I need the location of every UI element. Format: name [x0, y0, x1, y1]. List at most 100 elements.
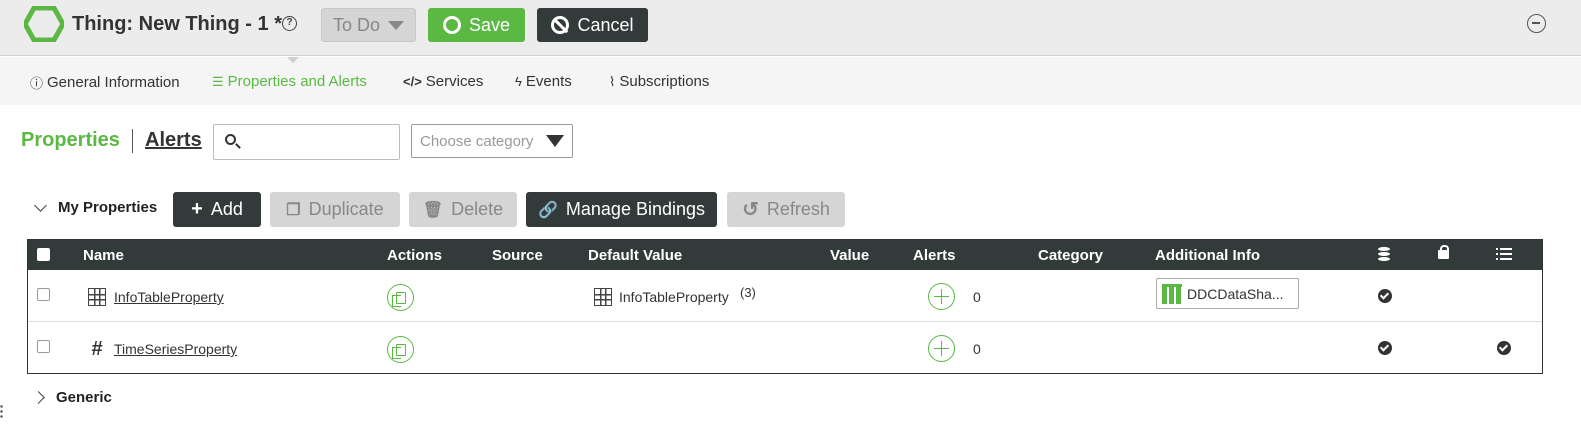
tab-general-information[interactable]: ⓘ General Information	[30, 73, 180, 92]
column-header-alerts[interactable]: Alerts	[913, 247, 956, 264]
table-row[interactable]: InfoTableProperty InfoTableProperty (3) …	[28, 270, 1542, 322]
caret-down-icon	[388, 20, 405, 30]
tab-label: Properties and Alerts	[227, 73, 367, 90]
group-toggle-my-properties[interactable]: My Properties	[34, 198, 158, 216]
thing-hexagon-logo-icon	[24, 6, 64, 42]
manage-bindings-button[interactable]: 🔗 Manage Bindings	[526, 192, 717, 227]
column-header-default-value[interactable]: Default Value	[588, 247, 682, 264]
search-input[interactable]	[246, 131, 394, 153]
property-name-link[interactable]: TimeSeriesProperty	[114, 341, 237, 357]
subtab-properties[interactable]: Properties	[21, 129, 120, 152]
copy-action-button[interactable]	[387, 336, 414, 363]
chevron-right-icon	[32, 391, 45, 404]
select-all-checkbox[interactable]	[37, 248, 50, 261]
tab-label: Services	[425, 73, 484, 90]
tab-label: Events	[525, 73, 572, 90]
tab-label: General Information	[47, 74, 180, 91]
column-header-value[interactable]: Value	[830, 247, 869, 264]
additional-info-text: DDCDataSha...	[1187, 285, 1284, 302]
entity-tabs: ⓘ General Information ☰ Properties and A…	[0, 57, 1581, 105]
duplicate-button[interactable]: ❐ Duplicate	[270, 192, 400, 227]
copy-icon	[391, 291, 406, 307]
list-icon: ☰	[212, 73, 224, 89]
manage-bindings-label: Manage Bindings	[565, 199, 706, 219]
additional-info-chip[interactable]: DDCDataSha...	[1156, 278, 1299, 309]
datashape-icon	[1162, 283, 1182, 304]
circle-icon	[442, 16, 461, 34]
hash-icon: #	[91, 338, 103, 360]
database-icon	[1378, 247, 1390, 261]
trash-icon: 🗑	[422, 201, 444, 219]
add-button-label: Add	[210, 199, 243, 219]
cancel-button-label: Cancel	[577, 14, 634, 35]
property-name-link[interactable]: InfoTableProperty	[114, 289, 224, 305]
add-alert-button[interactable]	[928, 283, 955, 310]
properties-table: Name Actions Source Default Value Value …	[27, 239, 1543, 374]
table-row[interactable]: # TimeSeriesProperty 0	[28, 322, 1542, 374]
code-icon: </>	[403, 74, 422, 89]
duplicate-button-label: Duplicate	[308, 199, 384, 219]
add-alert-button[interactable]	[928, 335, 955, 362]
plus-icon: +	[191, 198, 203, 220]
tab-properties-and-alerts[interactable]: ☰ Properties and Alerts	[212, 73, 367, 90]
default-value-count: (3)	[740, 285, 756, 300]
alert-count: 0	[973, 341, 981, 357]
persistent-check-icon	[1378, 341, 1392, 355]
bolt-icon: ϟ	[515, 74, 522, 89]
default-value-text[interactable]: InfoTableProperty	[619, 289, 729, 305]
infotable-icon	[594, 288, 612, 306]
cancel-button[interactable]: Cancel	[537, 8, 648, 42]
save-button-label: Save	[468, 14, 511, 35]
caret-down-icon	[546, 135, 564, 147]
status-dropdown-label: To Do	[332, 14, 381, 35]
delete-button-label: Delete	[451, 199, 504, 219]
info-icon: ⓘ	[30, 76, 44, 91]
search-field[interactable]	[213, 124, 400, 160]
delete-button[interactable]: 🗑 Delete	[409, 192, 517, 227]
link-icon: 🔗	[537, 201, 558, 219]
table-header: Name Actions Source Default Value Value …	[28, 240, 1542, 270]
persistent-check-icon	[1378, 289, 1392, 303]
add-button[interactable]: + Add	[173, 192, 261, 227]
category-placeholder: Choose category	[420, 133, 534, 150]
search-icon	[225, 134, 236, 145]
header-bar: Thing: New Thing - 1 * ? To Do Save Canc…	[0, 0, 1581, 56]
ban-icon	[551, 16, 570, 34]
row-checkbox[interactable]	[37, 340, 50, 353]
rss-icon: ⌇	[609, 73, 616, 89]
refresh-button[interactable]: ↺ Refresh	[727, 192, 845, 227]
row-checkbox[interactable]	[37, 288, 50, 301]
subtab-divider	[132, 129, 133, 153]
copy-action-button[interactable]	[387, 284, 414, 311]
copy-icon: ❐	[286, 201, 301, 219]
refresh-button-label: Refresh	[766, 199, 830, 219]
list-icon	[1496, 248, 1512, 262]
column-header-name[interactable]: Name	[83, 247, 124, 264]
alert-count: 0	[973, 289, 981, 305]
lock-icon	[1438, 245, 1449, 259]
logged-check-icon	[1497, 341, 1511, 355]
group-label: My Properties	[58, 199, 158, 216]
tab-events[interactable]: ϟ Events	[515, 73, 572, 90]
status-dropdown[interactable]: To Do	[321, 8, 416, 42]
column-header-source[interactable]: Source	[492, 247, 543, 264]
category-dropdown[interactable]: Choose category	[411, 124, 573, 158]
copy-icon	[391, 343, 406, 359]
chevron-down-icon	[34, 198, 47, 212]
resize-handle-icon[interactable]	[0, 404, 3, 420]
save-button[interactable]: Save	[428, 8, 525, 42]
collapse-minus-icon[interactable]	[1527, 14, 1546, 33]
column-header-category[interactable]: Category	[1038, 247, 1103, 264]
infotable-icon	[88, 288, 106, 306]
active-tab-pointer	[287, 57, 299, 63]
subtab-alerts[interactable]: Alerts	[145, 129, 202, 152]
column-header-actions: Actions	[387, 247, 443, 264]
column-header-additional-info[interactable]: Additional Info	[1155, 247, 1260, 264]
help-icon[interactable]: ?	[282, 16, 297, 31]
group-toggle-generic[interactable]: Generic	[32, 389, 112, 406]
tab-subscriptions[interactable]: ⌇ Subscriptions	[609, 73, 709, 90]
page-title: Thing: New Thing - 1 *	[72, 13, 282, 35]
refresh-icon: ↺	[742, 199, 759, 221]
tab-services[interactable]: </> Services	[403, 73, 483, 90]
tab-label: Subscriptions	[619, 73, 710, 90]
